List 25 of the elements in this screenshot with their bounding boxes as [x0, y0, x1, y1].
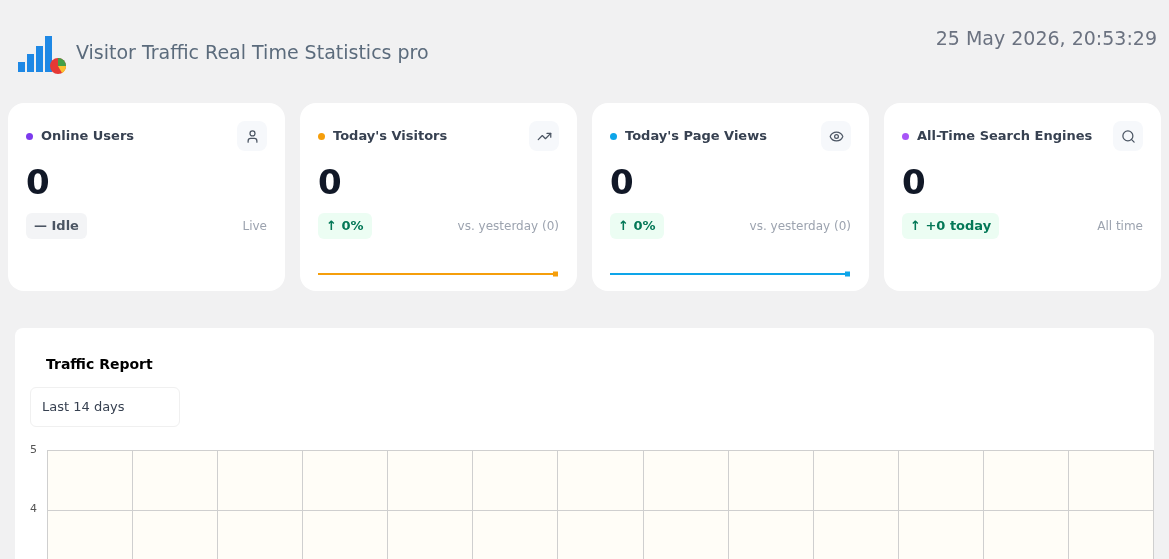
stat-value: 0	[902, 165, 926, 199]
eye-icon	[828, 128, 844, 144]
date-time: 25 May 2026, 20:53:29	[935, 26, 1157, 51]
card-title: Today's Page Views	[625, 127, 767, 146]
change-badge: — Idle	[26, 213, 87, 239]
change-badge: ↑ +0 today	[902, 213, 1000, 239]
card-title: Today's Visitors	[333, 127, 448, 146]
y-axis-label: 5	[30, 442, 37, 458]
comparison-note: Live	[242, 217, 267, 235]
stat-value: 0	[318, 165, 342, 199]
card-title: Online Users	[41, 127, 135, 146]
comparison-note: vs. yesterday (0)	[457, 217, 559, 235]
change-badge: ↑ 0%	[318, 213, 372, 239]
search-icon	[1120, 128, 1136, 144]
stat-value: 0	[610, 165, 634, 199]
user-icon	[244, 128, 260, 144]
y-axis-label: 4	[30, 501, 37, 517]
range-selector[interactable]: Last 14 days	[30, 387, 180, 427]
stat-value: 0	[26, 165, 50, 199]
app-title: Visitor Traffic Real Time Statistics pro	[76, 39, 429, 65]
report-title: Traffic Report	[46, 355, 153, 374]
card-title: All-Time Search Engines	[917, 127, 1093, 146]
change-badge: ↑ 0%	[610, 213, 664, 239]
comparison-note: vs. yesterday (0)	[749, 217, 851, 235]
comparison-note: All time	[1097, 217, 1143, 235]
